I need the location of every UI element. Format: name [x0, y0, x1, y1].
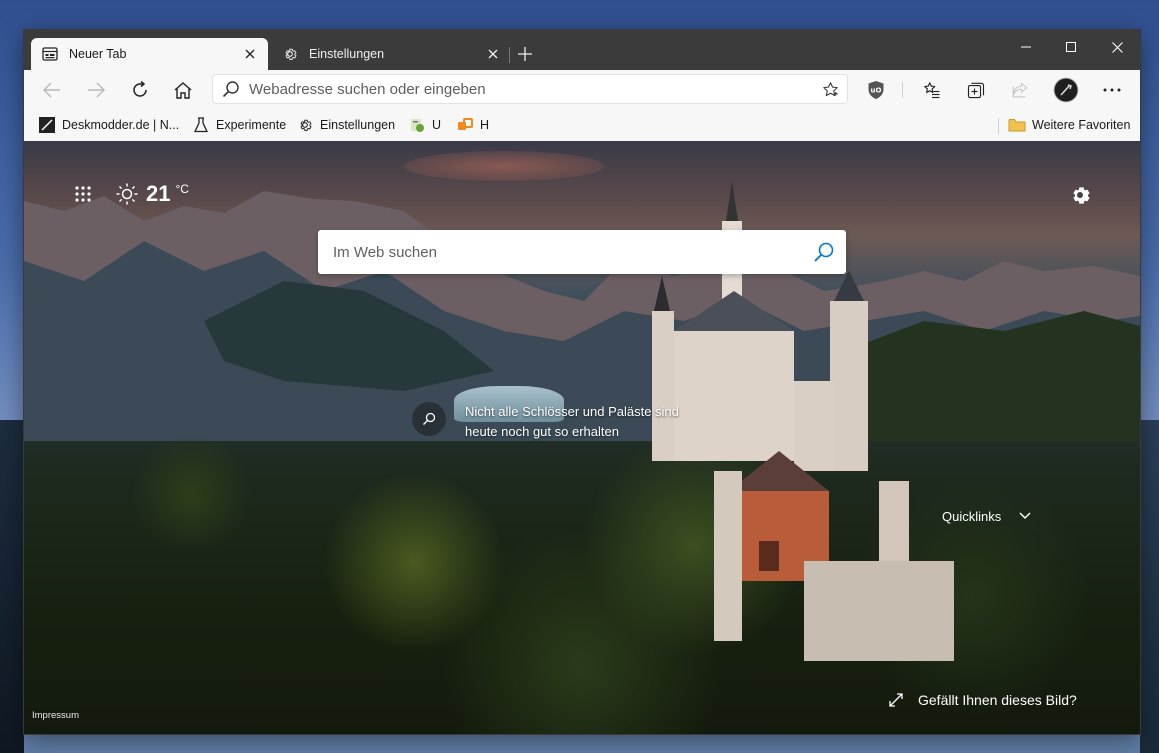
- web-search-input[interactable]: [331, 242, 802, 262]
- navigation-toolbar: uO: [24, 70, 1140, 110]
- ublock-extension-button[interactable]: uO: [860, 74, 892, 106]
- desktop-background-right: [1140, 420, 1159, 753]
- forward-arrow-icon: [88, 82, 105, 98]
- folder-icon: [1008, 116, 1026, 134]
- maximize-button[interactable]: [1048, 32, 1094, 62]
- minimize-icon: [1021, 46, 1031, 48]
- share-icon: [1012, 82, 1028, 98]
- shield-icon: uO: [868, 81, 884, 99]
- more-dots-icon: [1103, 88, 1121, 92]
- other-favorites-folder[interactable]: Weitere Favoriten: [1008, 114, 1130, 136]
- deskmodder-icon: [38, 116, 56, 134]
- quicklinks-toggle[interactable]: Quicklinks: [942, 508, 1033, 524]
- minimize-button[interactable]: [1003, 32, 1049, 62]
- image-caption-text: Nicht alle Schlösser und Paläste sind he…: [465, 404, 679, 439]
- like-image-button[interactable]: Gefällt Ihnen dieses Bild?: [888, 692, 1077, 708]
- svg-text:uO: uO: [871, 87, 882, 95]
- collections-icon: [967, 82, 985, 99]
- newtab-page-icon: [41, 45, 59, 63]
- share-button[interactable]: [1004, 74, 1036, 106]
- chevron-down-icon: [1017, 508, 1033, 524]
- weather-unit: °C: [175, 182, 189, 196]
- favorite-label: Deskmodder.de | N...: [62, 118, 180, 132]
- tab-settings[interactable]: Einstellungen: [271, 38, 511, 70]
- like-image-label: Gefällt Ihnen dieses Bild?: [918, 692, 1077, 708]
- favorites-star-list-icon: [924, 82, 940, 99]
- close-window-button[interactable]: [1094, 32, 1140, 62]
- search-icon: [213, 80, 249, 98]
- expand-icon: [888, 692, 904, 708]
- flask-icon: [192, 116, 210, 134]
- close-tab-icon[interactable]: [242, 46, 258, 62]
- address-bar[interactable]: [212, 74, 848, 104]
- sun-icon: [116, 183, 138, 205]
- other-favorites-label: Weitere Favoriten: [1032, 118, 1131, 132]
- close-tab-icon[interactable]: [485, 46, 501, 62]
- gear-icon: [1073, 187, 1090, 204]
- forward-button[interactable]: [80, 74, 112, 106]
- web-search-box[interactable]: [318, 230, 846, 274]
- tab-title: Neuer Tab: [69, 47, 127, 61]
- plus-icon: [518, 47, 532, 61]
- favorites-separator: [998, 118, 999, 134]
- image-caption-link[interactable]: Nicht alle Schlösser und Paläste sind he…: [412, 402, 705, 442]
- collections-button[interactable]: [960, 74, 992, 106]
- favorite-deskmodder[interactable]: Deskmodder.de | N...: [38, 114, 179, 136]
- maximize-icon: [1066, 42, 1076, 52]
- extension-icon: [408, 116, 426, 134]
- tab-separator: [509, 47, 510, 63]
- favorite-label: H: [480, 118, 490, 132]
- favorites-button[interactable]: [916, 74, 948, 106]
- avatar: [1053, 77, 1079, 103]
- favorites-bar: Deskmodder.de | N... Experimente Einstel…: [24, 110, 1140, 142]
- search-icon: [412, 402, 446, 436]
- profile-button[interactable]: [1050, 74, 1082, 106]
- favorite-einstellungen[interactable]: Einstellungen: [296, 114, 395, 136]
- refresh-button[interactable]: [124, 74, 156, 106]
- tab-strip: Neuer Tab Einstellungen: [24, 30, 1140, 70]
- new-tab-button[interactable]: [514, 42, 536, 66]
- weather-widget[interactable]: 21 °C: [116, 181, 189, 207]
- gear-icon: [296, 116, 314, 134]
- tab-title: Einstellungen: [309, 47, 385, 61]
- toolbar-separator: [902, 82, 903, 98]
- back-arrow-icon: [43, 82, 60, 98]
- favorite-label: Einstellungen: [320, 118, 396, 132]
- background-image-forest: [24, 391, 1140, 734]
- home-icon: [174, 81, 192, 99]
- favorite-h[interactable]: H: [456, 114, 489, 136]
- refresh-icon: [133, 81, 147, 97]
- favorite-label: Experimente: [216, 118, 287, 132]
- web-search-button[interactable]: [802, 230, 846, 274]
- close-icon: [1111, 41, 1123, 53]
- apps-grid-button[interactable]: [72, 183, 94, 205]
- favorite-u[interactable]: U: [408, 114, 441, 136]
- quicklinks-label: Quicklinks: [942, 508, 1002, 524]
- weather-temperature: 21: [146, 181, 171, 206]
- desktop-background-left: [0, 420, 24, 753]
- page-settings-button[interactable]: [1066, 181, 1094, 209]
- home-button[interactable]: [167, 74, 199, 106]
- new-tab-page: 21 °C Nicht alle Schlösser und Paläste s…: [24, 141, 1140, 734]
- back-button[interactable]: [36, 74, 68, 106]
- tab-new-tab[interactable]: Neuer Tab: [31, 38, 268, 70]
- favorite-label: U: [432, 118, 442, 132]
- browser-window: Neuer Tab Einstellungen Webadresse suche…: [24, 30, 1140, 734]
- search-icon: [814, 242, 834, 262]
- settings-more-button[interactable]: [1096, 74, 1128, 106]
- gear-icon: [281, 45, 299, 63]
- impressum-link[interactable]: Impressum: [32, 710, 79, 721]
- add-favorite-star-icon[interactable]: [813, 81, 847, 98]
- favorite-experimente[interactable]: Experimente: [192, 114, 286, 136]
- address-input[interactable]: [249, 80, 813, 98]
- apps-grid-icon: [75, 186, 91, 202]
- h-app-icon: [456, 116, 474, 134]
